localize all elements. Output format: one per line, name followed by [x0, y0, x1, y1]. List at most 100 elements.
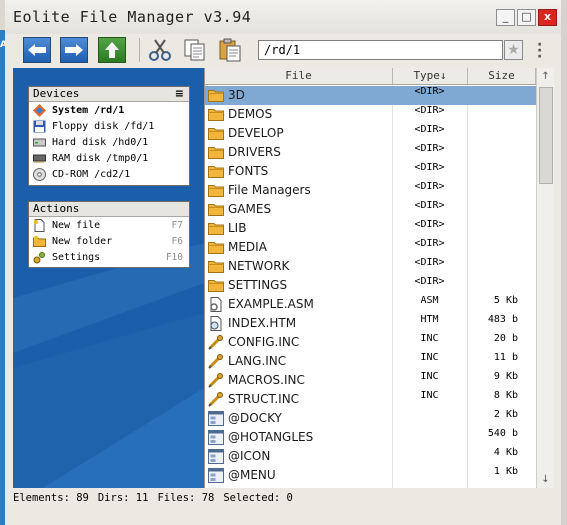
system-disk-icon [33, 103, 46, 117]
htm-file-icon [208, 316, 224, 331]
scroll-up-icon[interactable]: ↑ [537, 68, 554, 85]
file-name: STRUCT.INC [228, 392, 300, 406]
file-row[interactable]: DEVELOP <DIR> [205, 124, 536, 143]
file-row[interactable]: @MENU 1 Kb [205, 466, 536, 485]
copy-button[interactable] [182, 37, 208, 63]
file-row[interactable]: CONFIG.INC INC 20 b [205, 333, 536, 352]
file-row[interactable]: File Managers <DIR> [205, 181, 536, 200]
title-bar[interactable]: Eolite File Manager v3.94 _ □ x [5, 0, 561, 34]
scrollbar-thumb[interactable] [539, 87, 553, 184]
file-name: GAMES [228, 202, 272, 216]
devices-panel: Devices ≡ System /rd/1 Floppy disk /fd/1 … [28, 86, 190, 186]
file-type: <DIR> [414, 219, 445, 230]
column-header-size[interactable]: Size [468, 68, 536, 85]
file-type: INC [420, 333, 439, 344]
file-type: INC [420, 371, 439, 382]
arrow-left-icon [28, 44, 46, 56]
paste-button[interactable] [217, 37, 243, 63]
forward-button[interactable] [60, 37, 88, 63]
up-folder-button[interactable] [98, 37, 126, 63]
menu-button[interactable]: · · · [537, 38, 542, 64]
file-row[interactable]: @ICON 4 Kb [205, 447, 536, 466]
file-size: 5 Kb [493, 295, 518, 306]
column-header-type[interactable]: Type↓ [393, 68, 468, 85]
file-row[interactable]: DRIVERS <DIR> [205, 143, 536, 162]
device-label: Floppy disk /fd/1 [52, 120, 155, 132]
device-label: CD-ROM /cd2/1 [52, 168, 131, 180]
status-dirs: Dirs: 11 [97, 492, 149, 504]
device-cdrom[interactable]: CD-ROM /cd2/1 [29, 166, 189, 182]
action-new-file[interactable]: New file F7 [29, 217, 189, 233]
file-name: @ICON [228, 449, 271, 463]
inc-file-icon [208, 335, 224, 350]
actions-title: Actions [33, 202, 80, 215]
file-row[interactable]: FONTS <DIR> [205, 162, 536, 181]
action-new-folder[interactable]: New folder F6 [29, 233, 189, 249]
new-file-icon [33, 218, 46, 232]
file-type: <DIR> [414, 86, 445, 97]
device-ram-disk[interactable]: RAM disk /tmp0/1 [29, 150, 189, 166]
app-icon [208, 430, 224, 445]
file-name: @HOTANGLES [228, 430, 314, 444]
file-type: INC [420, 352, 439, 363]
file-row[interactable]: INDEX.HTM HTM 483 b [205, 314, 536, 333]
kebab-menu-icon: · · · [537, 37, 543, 65]
cut-button[interactable] [147, 37, 173, 63]
file-row[interactable]: GAMES <DIR> [205, 200, 536, 219]
file-name: @DOCKY [228, 411, 282, 425]
file-row[interactable]: LANG.INC INC 11 b [205, 352, 536, 371]
sidebar: Devices ≡ System /rd/1 Floppy disk /fd/1 … [13, 68, 204, 488]
file-row[interactable]: LIB <DIR> [205, 219, 536, 238]
file-row[interactable]: SETTINGS <DIR> [205, 276, 536, 295]
scroll-down-icon[interactable]: ↓ [537, 471, 554, 488]
file-name: NETWORK [228, 259, 290, 273]
vertical-scrollbar[interactable]: ↑ ↓ [536, 68, 554, 488]
bookmark-button[interactable]: ★ [504, 40, 523, 60]
inc-file-icon [208, 392, 224, 407]
maximize-button[interactable]: □ [517, 9, 536, 26]
device-floppy[interactable]: Floppy disk /fd/1 [29, 118, 189, 134]
file-row[interactable]: MACROS.INC INC 9 Kb [205, 371, 536, 390]
file-name: MEDIA [228, 240, 267, 254]
action-label: Settings [52, 251, 101, 263]
status-elements: Elements: 89 [13, 492, 89, 504]
column-header-file[interactable]: File [205, 68, 393, 85]
close-button[interactable]: x [538, 9, 557, 26]
actions-panel: Actions New file F7 New folder F6 Settin… [28, 201, 190, 268]
folder-icon [208, 221, 224, 236]
back-button[interactable] [23, 37, 51, 63]
file-manager-window: Eolite File Manager v3.94 _ □ x /rd/1 ★ … [5, 0, 561, 525]
paste-icon [219, 38, 241, 62]
file-row[interactable]: @HOTANGLES 540 b [205, 428, 536, 447]
file-row[interactable]: NETWORK <DIR> [205, 257, 536, 276]
copy-icon [184, 39, 205, 61]
asm-file-icon [208, 297, 224, 312]
file-row[interactable]: EXAMPLE.ASM ASM 5 Kb [205, 295, 536, 314]
panel-menu-icon[interactable]: ≡ [175, 87, 184, 100]
shortcut-key: F10 [165, 251, 183, 263]
address-bar[interactable]: /rd/1 [258, 40, 503, 60]
file-type: <DIR> [414, 124, 445, 135]
app-icon [208, 449, 224, 464]
ram-disk-icon [33, 152, 46, 165]
device-hard-disk[interactable]: Hard disk /hd0/1 [29, 134, 189, 150]
file-row[interactable]: @DOCKY 2 Kb [205, 409, 536, 428]
arrow-right-icon [65, 44, 83, 56]
file-name: @MENU [228, 468, 276, 482]
action-settings[interactable]: Settings F10 [29, 249, 189, 265]
cdrom-icon [33, 167, 46, 181]
folder-icon [208, 164, 224, 179]
file-row[interactable]: MEDIA <DIR> [205, 238, 536, 257]
device-system[interactable]: System /rd/1 [29, 102, 189, 118]
folder-icon [208, 259, 224, 274]
file-row[interactable]: STRUCT.INC INC 8 Kb [205, 390, 536, 409]
file-name: SETTINGS [228, 278, 288, 292]
device-label: Hard disk /hd0/1 [52, 136, 149, 148]
file-type: ASM [420, 295, 439, 306]
file-row[interactable]: DEMOS <DIR> [205, 105, 536, 124]
device-label: RAM disk /tmp0/1 [52, 152, 149, 164]
inc-file-icon [208, 373, 224, 388]
file-name: 3D [228, 88, 245, 102]
file-row[interactable]: 3D <DIR> [205, 86, 536, 105]
minimize-button[interactable]: _ [496, 9, 515, 26]
